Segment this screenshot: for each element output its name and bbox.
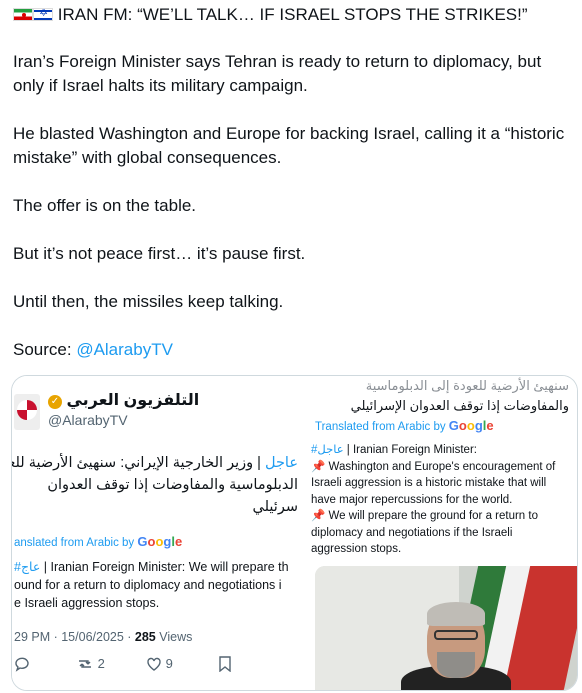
translated-label-left: anslated from Arabic by Google: [14, 534, 183, 549]
reply-icon: [14, 656, 30, 672]
quoted-arabic-text: عاجل | وزير الخارجية الإيراني: سنهيئ الأ…: [12, 455, 298, 515]
post-paragraph-2: He blasted Washington and Europe for bac…: [13, 124, 565, 167]
headline-text: IRAN FM: “WE’LL TALK… IF ISRAEL STOPS TH…: [57, 5, 528, 24]
post-paragraph-4: But it’s not peace first… it’s pause fir…: [13, 244, 306, 263]
quoted-handle: @AlarabyTV: [48, 412, 128, 428]
foreign-minister-photo: [315, 566, 577, 690]
quoted-account-name: التلفزيون العربي ✓: [48, 390, 199, 410]
quoted-english-translation: #عاج | Iranian Foreign Minister: We will…: [14, 560, 289, 610]
media-image-left[interactable]: التلفزيون العربي ✓ @AlarabyTV عاجل | وزي…: [12, 376, 300, 690]
like-button: 9: [146, 656, 173, 672]
right-arabic-text: سنهيئ الأرضية للعودة إلى الدبلوماسية وال…: [350, 378, 569, 413]
media-grid[interactable]: التلفزيون العربي ✓ @AlarabyTV عاجل | وزي…: [11, 375, 578, 691]
translated-label-right: Translated from Arabic by Google: [315, 418, 494, 433]
post-headline: IRAN FM: “WE’LL TALK… IF ISRAEL STOPS TH…: [13, 5, 528, 25]
iran-flag-icon: [13, 8, 33, 21]
post-paragraph-3: The offer is on the table.: [13, 196, 197, 215]
post-source: Source: @AlarabyTV: [13, 338, 568, 362]
quoted-action-bar: 2 9: [12, 656, 300, 678]
source-link[interactable]: @AlarabyTV: [76, 340, 173, 359]
verified-badge-icon: ✓: [48, 395, 62, 409]
retweet-button: 2: [76, 656, 105, 672]
media-image-right[interactable]: سنهيئ الأرضية للعودة إلى الدبلوماسية وال…: [302, 376, 577, 690]
quoted-meta: 29 PM · 15/06/2025 · 285 Views: [14, 630, 193, 644]
google-logo: Google: [448, 418, 494, 433]
pushpin-icon: 📌: [311, 510, 326, 522]
pushpin-icon: 📌: [311, 460, 326, 473]
bookmark-icon: [218, 656, 232, 673]
google-logo: Google: [137, 534, 183, 549]
retweet-count: 2: [97, 656, 105, 671]
post-paragraph-5: Until then, the missiles keep talking.: [13, 292, 284, 311]
right-english-translation: #عاجل | Iranian Foreign Minister: 📌 Wash…: [311, 444, 556, 555]
israel-flag-icon: [33, 8, 53, 21]
alarabytv-logo-icon: [14, 394, 40, 430]
like-count: 9: [165, 656, 173, 671]
source-label: Source:: [13, 340, 77, 359]
post-paragraph-1: Iran’s Foreign Minister says Tehran is r…: [13, 52, 542, 95]
